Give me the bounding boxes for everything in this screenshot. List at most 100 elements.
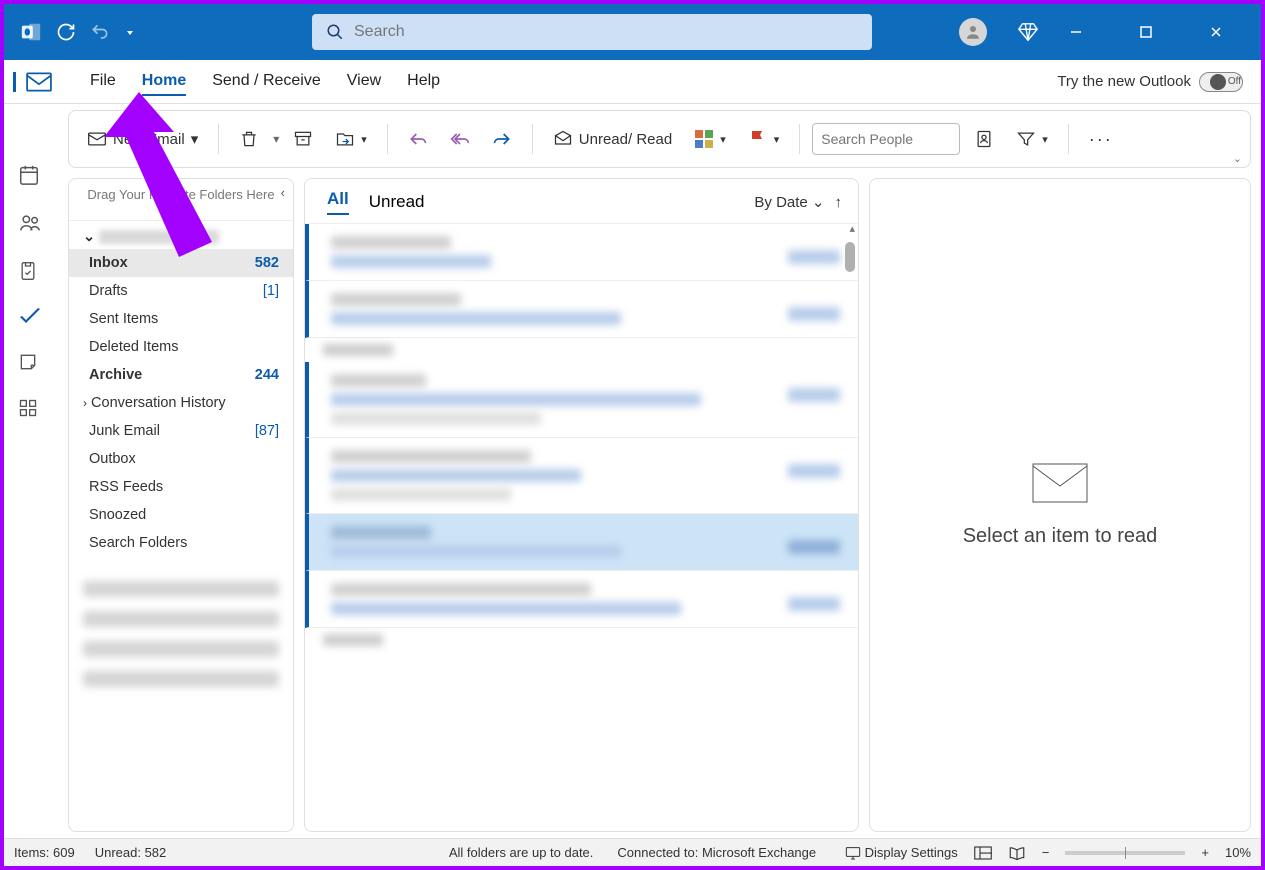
view-reading-icon[interactable] xyxy=(1008,846,1026,860)
status-sync: All folders are up to date. xyxy=(449,845,594,860)
status-connection: Connected to: Microsoft Exchange xyxy=(617,845,816,860)
try-new-outlook-label: Try the new Outlook xyxy=(1057,73,1191,90)
reading-pane: Select an item to read xyxy=(869,178,1251,832)
folder-conversation-history[interactable]: › Conversation History xyxy=(69,389,293,417)
account-header[interactable]: ⌄ xyxy=(69,221,293,249)
tab-help[interactable]: Help xyxy=(407,68,440,96)
folder-rss-feeds[interactable]: RSS Feeds xyxy=(69,473,293,501)
status-item-count: Items: 609 xyxy=(14,845,75,860)
account-avatar[interactable] xyxy=(959,18,987,46)
filter-button[interactable]: ▾ xyxy=(1008,125,1056,153)
quickaccess-customize-icon[interactable] xyxy=(124,26,136,38)
flag-button[interactable]: ▾ xyxy=(740,125,788,153)
premium-diamond-icon[interactable] xyxy=(1017,21,1039,43)
message-item[interactable] xyxy=(305,224,858,281)
display-settings-button[interactable]: Display Settings xyxy=(845,845,958,860)
message-item[interactable] xyxy=(305,362,858,438)
forward-button[interactable] xyxy=(484,125,520,153)
message-item-selected[interactable] xyxy=(305,514,858,571)
folder-search-folders[interactable]: Search Folders xyxy=(69,529,293,557)
status-bar: Items: 609 Unread: 582 All folders are u… xyxy=(4,838,1261,866)
window-minimize-button[interactable] xyxy=(1069,25,1109,39)
outlook-logo-icon xyxy=(20,21,42,43)
delete-button[interactable] xyxy=(231,125,267,153)
collapse-favorites-icon[interactable]: ‹ xyxy=(281,185,285,200)
sync-icon[interactable] xyxy=(56,22,76,42)
mail-module-icon[interactable] xyxy=(13,72,52,92)
message-item[interactable] xyxy=(305,438,858,514)
address-book-button[interactable] xyxy=(966,125,1002,153)
chevron-down-icon[interactable]: ▾ xyxy=(273,132,279,146)
folder-outbox[interactable]: Outbox xyxy=(69,445,293,473)
notes-module-icon[interactable] xyxy=(18,260,48,282)
tab-view[interactable]: View xyxy=(347,68,381,96)
new-email-button[interactable]: New Email ▾ xyxy=(79,125,206,153)
status-unread-count: Unread: 582 xyxy=(95,845,167,860)
chevron-down-icon: ⌄ xyxy=(83,229,95,245)
message-list-pane: All Unread By Date ⌄ ↑ ▴ xyxy=(304,178,859,832)
folder-drafts[interactable]: Drafts[1] xyxy=(69,277,293,305)
reply-all-button[interactable] xyxy=(442,125,478,153)
search-icon xyxy=(326,23,344,41)
folder-archive[interactable]: Archive244 xyxy=(69,361,293,389)
todo-module-icon[interactable] xyxy=(18,308,48,326)
tab-home[interactable]: Home xyxy=(142,68,186,96)
envelope-icon xyxy=(1032,463,1088,503)
window-maximize-button[interactable] xyxy=(1139,25,1179,39)
unread-read-label: Unread/ Read xyxy=(579,131,672,148)
folder-junk-email[interactable]: Junk Email[87] xyxy=(69,417,293,445)
zoom-in-button[interactable]: + xyxy=(1201,845,1209,860)
unread-read-button[interactable]: Unread/ Read xyxy=(545,125,680,153)
zoom-out-button[interactable]: − xyxy=(1042,845,1050,860)
chevron-down-icon: ▾ xyxy=(720,133,726,146)
zoom-slider[interactable] xyxy=(1065,851,1185,855)
chevron-down-icon: ⌄ xyxy=(812,194,825,211)
folder-snoozed[interactable]: Snoozed xyxy=(69,501,293,529)
reply-button[interactable] xyxy=(400,125,436,153)
chevron-down-icon: ▾ xyxy=(1042,133,1048,146)
chevron-right-icon: › xyxy=(83,396,87,410)
undo-icon[interactable] xyxy=(90,22,110,42)
folder-inbox[interactable]: Inbox582 xyxy=(69,249,293,277)
view-normal-icon[interactable] xyxy=(974,846,992,860)
ribbon: New Email ▾ ▾ ▾ xyxy=(68,110,1251,168)
title-bar xyxy=(4,4,1261,60)
try-new-outlook-toggle[interactable]: Off xyxy=(1199,72,1243,92)
chevron-down-icon: ▾ xyxy=(774,133,780,146)
sticky-notes-icon[interactable] xyxy=(18,352,48,372)
search-people-input[interactable] xyxy=(821,131,951,147)
calendar-module-icon[interactable] xyxy=(18,164,48,186)
message-group-header[interactable] xyxy=(305,338,858,362)
module-rail xyxy=(4,104,62,838)
zoom-level: 10% xyxy=(1225,845,1251,860)
search-people-box[interactable] xyxy=(812,123,960,155)
folder-sent-items[interactable]: Sent Items xyxy=(69,305,293,333)
chevron-down-icon: ▾ xyxy=(361,133,367,146)
reading-pane-empty-label: Select an item to read xyxy=(963,525,1158,548)
archive-button[interactable] xyxy=(285,125,321,153)
tab-send-receive[interactable]: Send / Receive xyxy=(212,68,321,96)
sort-direction-icon[interactable]: ↑ xyxy=(835,194,843,211)
filter-all[interactable]: All xyxy=(327,189,349,215)
global-search[interactable] xyxy=(312,14,872,50)
move-button[interactable]: ▾ xyxy=(327,125,375,153)
sort-by-date[interactable]: By Date ⌄ xyxy=(754,193,824,211)
more-apps-icon[interactable] xyxy=(18,398,48,418)
window-close-button[interactable] xyxy=(1209,25,1249,39)
message-item[interactable] xyxy=(305,281,858,338)
folder-pane: Drag Your Favorite Folders Here ‹ ⌄ Inbo… xyxy=(68,178,294,832)
tab-file[interactable]: File xyxy=(90,68,116,96)
filter-unread[interactable]: Unread xyxy=(369,192,425,212)
message-group-header[interactable] xyxy=(305,628,858,652)
folder-deleted-items[interactable]: Deleted Items xyxy=(69,333,293,361)
ribbon-expand-icon[interactable]: ⌄ xyxy=(1233,152,1242,165)
other-accounts xyxy=(69,557,293,711)
message-list[interactable]: ▴ xyxy=(305,224,858,831)
categorize-button[interactable]: ▾ xyxy=(686,125,734,153)
more-commands-button[interactable]: ··· xyxy=(1081,125,1121,154)
favorites-drop-zone[interactable]: Drag Your Favorite Folders Here ‹ xyxy=(69,179,293,221)
search-input[interactable] xyxy=(344,23,858,41)
message-item[interactable] xyxy=(305,571,858,628)
new-email-label: New Email xyxy=(113,131,185,148)
people-module-icon[interactable] xyxy=(18,212,48,234)
